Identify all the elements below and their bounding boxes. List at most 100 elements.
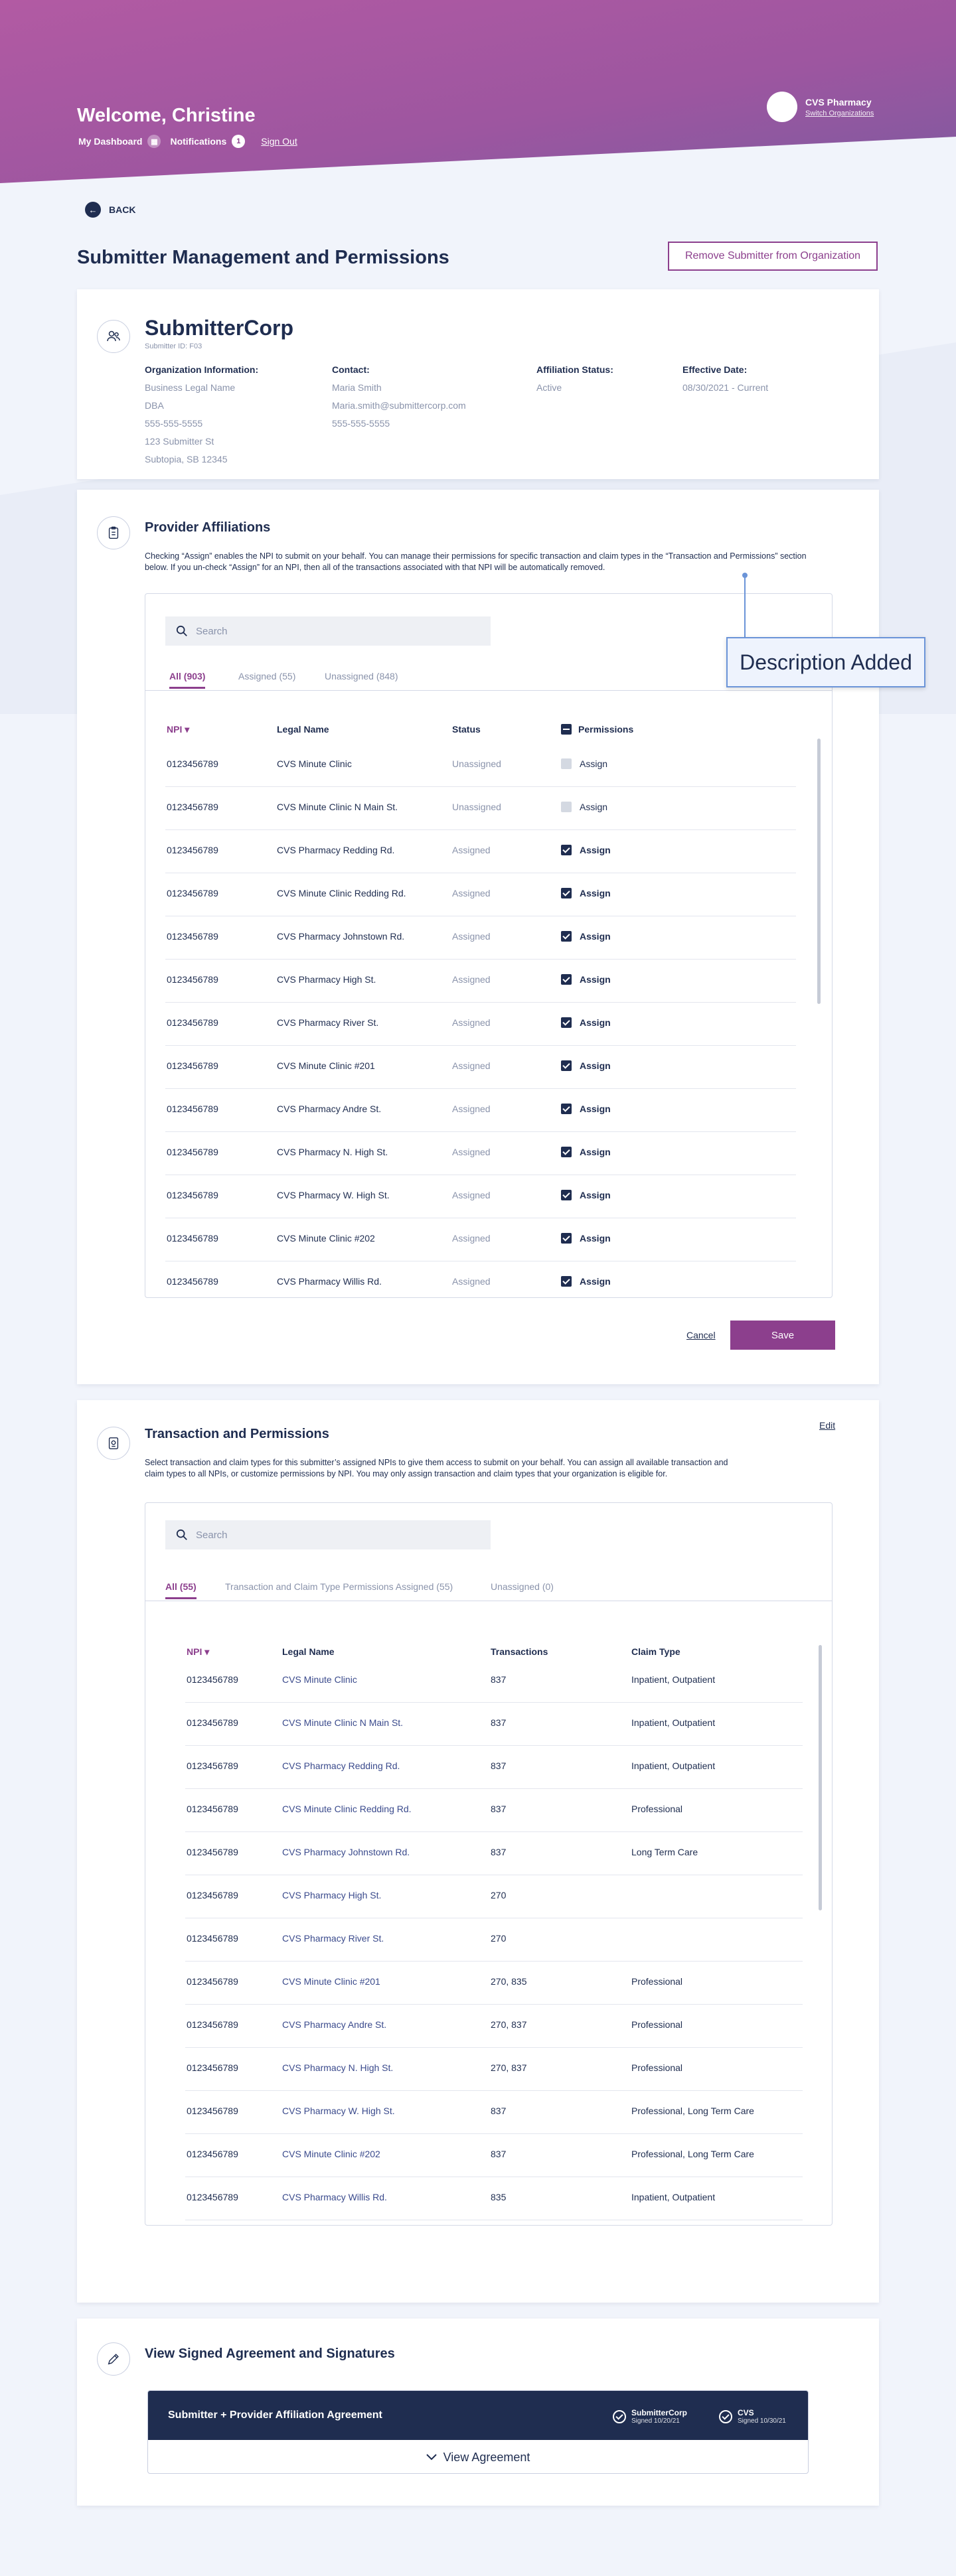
transactions-cell: 270, 837 bbox=[491, 2062, 527, 2073]
claim-type-cell: Professional bbox=[631, 2019, 683, 2030]
org-info-heading: Organization Information: bbox=[145, 364, 259, 375]
view-agreement-button[interactable]: View Agreement bbox=[148, 2440, 808, 2473]
nav-dashboard[interactable]: My Dashboard ▦ bbox=[78, 135, 161, 148]
table-row: 0123456789 CVS Pharmacy River St. Assigned… bbox=[165, 1003, 796, 1046]
table-row: 0123456789 CVS Minute Clinic Redding Rd. 8… bbox=[185, 1789, 803, 1832]
effective-heading: Effective Date: bbox=[682, 364, 748, 375]
sort-down-icon: ▾ bbox=[185, 724, 190, 735]
npi-cell: 0123456789 bbox=[187, 2062, 238, 2073]
npi-cell: 0123456789 bbox=[167, 845, 218, 855]
notifications-badge: 1 bbox=[232, 135, 246, 148]
assign-checkbox[interactable] bbox=[561, 888, 572, 898]
assign-checkbox[interactable] bbox=[561, 1104, 572, 1114]
assign-checkbox[interactable] bbox=[561, 1147, 572, 1157]
back-button[interactable]: ← BACK bbox=[85, 202, 135, 218]
tab-permissions-assigned[interactable]: Transaction and Claim Type Permissions A… bbox=[225, 1581, 453, 1597]
col-npi[interactable]: NPI ▾ bbox=[187, 1646, 209, 1658]
npi-cell: 0123456789 bbox=[167, 1147, 218, 1157]
affiliation-heading: Affiliation Status: bbox=[536, 364, 613, 375]
arrow-left-icon: ← bbox=[85, 202, 101, 218]
col-legal-name: Legal Name bbox=[277, 724, 329, 735]
assign-checkbox[interactable] bbox=[561, 1233, 572, 1244]
tab-all[interactable]: All (903) bbox=[169, 671, 206, 689]
org-info-line: Business Legal Name bbox=[145, 382, 236, 393]
agreement-title: View Signed Agreement and Signatures bbox=[145, 2346, 395, 2361]
provider-search-input[interactable] bbox=[196, 625, 461, 637]
legal-name-link[interactable]: CVS Pharmacy N. High St. bbox=[282, 2062, 393, 2073]
table-row: 0123456789 CVS Pharmacy N. High St. Assign… bbox=[165, 1132, 796, 1175]
assign-label: Assign bbox=[580, 1190, 611, 1200]
legal-name-link[interactable]: CVS Pharmacy Redding Rd. bbox=[282, 1760, 400, 1771]
assign-label: Assign bbox=[580, 1104, 611, 1114]
legal-name-link[interactable]: CVS Pharmacy Andre St. bbox=[282, 2019, 386, 2030]
assign-checkbox[interactable] bbox=[561, 1190, 572, 1200]
tab-all[interactable]: All (55) bbox=[165, 1581, 197, 1599]
legal-name-link[interactable]: CVS Pharmacy Willis Rd. bbox=[282, 2192, 387, 2202]
assign-label: Assign bbox=[580, 888, 611, 898]
transactions-search-input[interactable] bbox=[196, 1529, 461, 1541]
nav-notifications[interactable]: Notifications 1 bbox=[170, 135, 246, 148]
transactions-scrollbar[interactable] bbox=[819, 1645, 822, 1910]
transactions-cell: 837 bbox=[491, 1804, 507, 1814]
select-all-checkbox[interactable] bbox=[561, 724, 572, 735]
col-npi[interactable]: NPI ▾ bbox=[167, 724, 189, 735]
legal-name-link[interactable]: CVS Pharmacy High St. bbox=[282, 1890, 381, 1900]
cancel-link[interactable]: Cancel bbox=[686, 1330, 716, 1340]
transactions-search[interactable] bbox=[165, 1520, 491, 1549]
table-row: 0123456789 CVS Pharmacy Andre St. 270, 837… bbox=[185, 2005, 803, 2048]
sign-out-link[interactable]: Sign Out bbox=[261, 136, 297, 147]
legal-name-cell: CVS Pharmacy Willis Rd. bbox=[277, 1276, 382, 1287]
edit-link[interactable]: Edit bbox=[819, 1420, 835, 1431]
legal-name-link[interactable]: CVS Minute Clinic #202 bbox=[282, 2149, 380, 2159]
effective-date: Effective Date: 08/30/2021 - Current bbox=[682, 361, 768, 397]
provider-description: Checking “Assign” enables the NPI to sub… bbox=[145, 551, 807, 572]
assign-checkbox[interactable] bbox=[561, 758, 572, 769]
claim-type-cell: Professional bbox=[631, 2062, 683, 2073]
tab-assigned[interactable]: Assigned (55) bbox=[238, 671, 295, 687]
npi-cell: 0123456789 bbox=[187, 1804, 238, 1814]
legal-name-link[interactable]: CVS Pharmacy River St. bbox=[282, 1933, 384, 1944]
legal-name-link[interactable]: CVS Minute Clinic #201 bbox=[282, 1976, 380, 1987]
legal-name-link[interactable]: CVS Minute Clinic N Main St. bbox=[282, 1717, 403, 1728]
status-cell: Assigned bbox=[452, 1147, 491, 1157]
transactions-cell: 835 bbox=[491, 2192, 507, 2202]
legal-name-link[interactable]: CVS Pharmacy Johnstown Rd. bbox=[282, 1847, 410, 1857]
welcome-heading: Welcome, Christine bbox=[77, 105, 256, 126]
npi-cell: 0123456789 bbox=[187, 1760, 238, 1771]
legal-name-link[interactable]: CVS Pharmacy W. High St. bbox=[282, 2106, 395, 2116]
legal-name-cell: CVS Pharmacy Andre St. bbox=[277, 1104, 382, 1114]
remove-submitter-button[interactable]: Remove Submitter from Organization bbox=[668, 242, 878, 271]
switch-org-link[interactable]: Switch Organizations bbox=[805, 109, 874, 117]
claim-type-cell: Inpatient, Outpatient bbox=[631, 1760, 716, 1771]
assign-checkbox[interactable] bbox=[561, 1017, 572, 1028]
search-icon bbox=[176, 625, 187, 636]
legal-name-link[interactable]: CVS Minute Clinic bbox=[282, 1674, 357, 1685]
legal-name-cell: CVS Minute Clinic #202 bbox=[277, 1233, 375, 1244]
provider-scrollbar[interactable] bbox=[817, 739, 821, 1004]
org-switcher[interactable]: CVS Pharmacy Switch Organizations bbox=[767, 92, 874, 122]
npi-cell: 0123456789 bbox=[187, 1890, 238, 1900]
table-row: 0123456789 CVS Pharmacy River St. 270 bbox=[185, 1918, 803, 1962]
legal-name-link[interactable]: CVS Minute Clinic Redding Rd. bbox=[282, 1804, 412, 1814]
npi-cell: 0123456789 bbox=[167, 1060, 218, 1071]
legal-name-cell: CVS Pharmacy N. High St. bbox=[277, 1147, 388, 1157]
claim-type-cell: Inpatient, Outpatient bbox=[631, 1717, 716, 1728]
table-row: 0123456789 CVS Minute Clinic #202 837 Profe… bbox=[185, 2134, 803, 2177]
legal-name-cell: CVS Pharmacy Johnstown Rd. bbox=[277, 931, 405, 942]
claim-type-cell: Professional, Long Term Care bbox=[631, 2149, 754, 2159]
assign-checkbox[interactable] bbox=[561, 1276, 572, 1287]
save-button[interactable]: Save bbox=[730, 1321, 835, 1350]
assign-checkbox[interactable] bbox=[561, 974, 572, 985]
assign-checkbox[interactable] bbox=[561, 802, 572, 812]
annotation-line bbox=[744, 575, 746, 637]
assign-checkbox[interactable] bbox=[561, 845, 572, 855]
assign-checkbox[interactable] bbox=[561, 1060, 572, 1071]
npi-cell: 0123456789 bbox=[167, 1017, 218, 1028]
signature-cvs: CVS Signed 10/30/21 bbox=[719, 2408, 786, 2425]
assign-label: Assign bbox=[580, 1233, 611, 1244]
provider-search[interactable] bbox=[165, 616, 491, 646]
legal-name-cell: CVS Pharmacy Redding Rd. bbox=[277, 845, 395, 855]
tab-unassigned[interactable]: Unassigned (0) bbox=[491, 1581, 554, 1597]
tab-unassigned[interactable]: Unassigned (848) bbox=[325, 671, 398, 687]
assign-checkbox[interactable] bbox=[561, 931, 572, 942]
